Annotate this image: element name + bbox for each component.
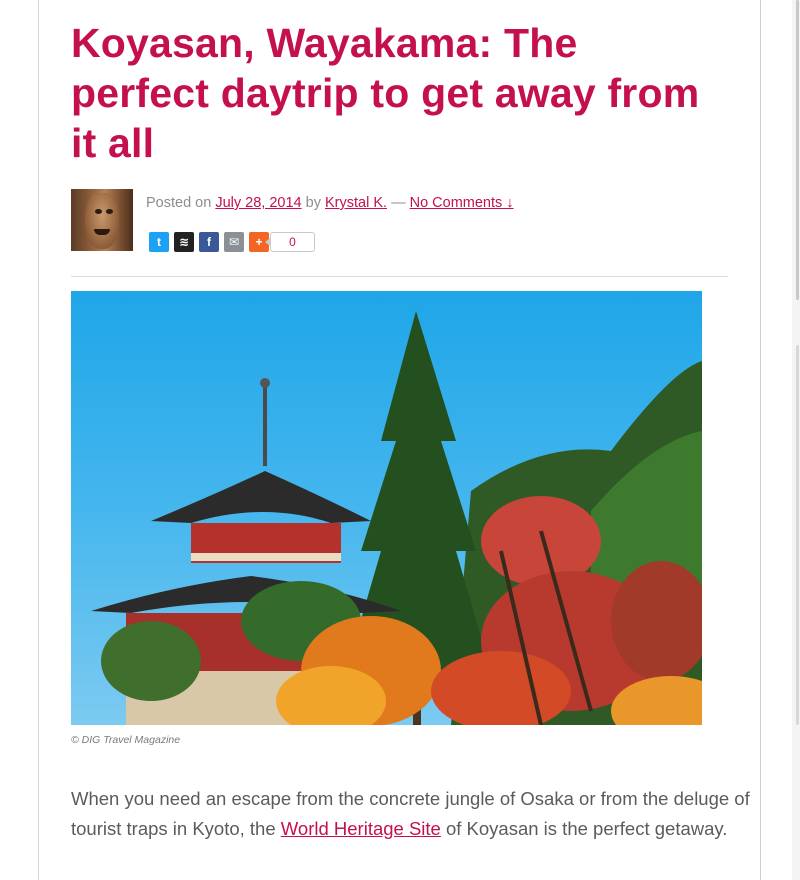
posted-on-label: Posted on [146,195,212,211]
intro-paragraph: When you need an escape from the concret… [71,784,751,844]
comments-link[interactable]: No Comments ↓ [410,195,514,211]
image-caption: © DIG Travel Magazine [71,734,181,746]
pagoda-spire [263,386,267,466]
avatar-eye-right [106,209,113,214]
author-link[interactable]: Krystal K. [325,195,387,211]
facebook-icon: f [207,235,211,249]
pagoda-autumn-photo [91,311,702,725]
scrollbar-thumb[interactable] [796,0,799,300]
content-border-left [38,0,39,880]
post-date-link[interactable]: July 28, 2014 [215,195,301,211]
share-count: 0 [265,232,315,252]
pagoda-upper-roof [151,471,371,523]
plus-icon: + [255,235,263,249]
meta-separator: — [391,195,406,211]
post-meta: Posted on July 28, 2014 by Krystal K. — … [146,195,514,211]
author-avatar[interactable] [71,189,133,251]
content-border-right [760,0,761,880]
featured-image[interactable] [71,291,702,725]
email-icon: ✉ [228,235,240,249]
email-share-button[interactable]: ✉ [224,232,244,252]
intro-text-after: of Koyasan is the perfect getaway. [440,818,728,839]
by-label: by [305,195,321,211]
twitter-icon: t [157,235,161,249]
world-heritage-link[interactable]: World Heritage Site [281,818,441,839]
buffer-icon: ≋ [178,235,190,249]
article-title: Koyasan, Wayakama: The perfect daytrip t… [71,20,700,166]
pagoda-upper-rail [191,553,341,561]
avatar-eye-left [95,209,102,214]
twitter-share-button[interactable]: t [149,232,169,252]
facebook-share-button[interactable]: f [199,232,219,252]
avatar-mask-figure [85,193,119,249]
left-tree-foliage [101,621,201,701]
pagoda-finial [260,378,270,388]
scrollbar-marker [796,345,799,725]
header-divider [71,276,728,277]
buffer-share-button[interactable]: ≋ [174,232,194,252]
